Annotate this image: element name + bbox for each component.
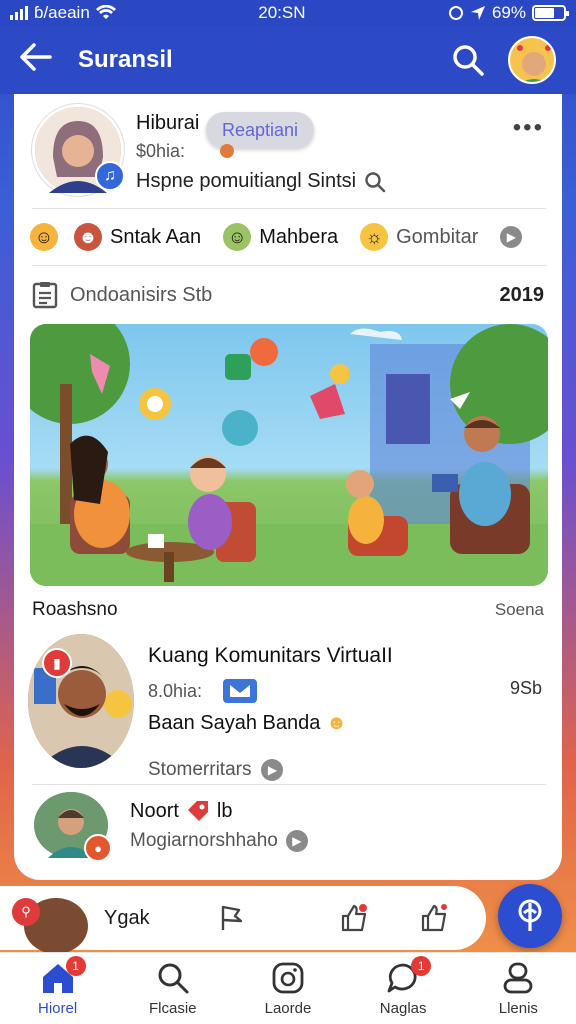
post-author: Hiburai [136, 112, 200, 134]
page-title: Suransil [78, 46, 173, 73]
nav-search[interactable]: Flcasie [123, 960, 223, 1017]
feature-avatar[interactable]: ▮ [28, 634, 134, 768]
bottom-navigation: 1 Hiorel Flcasie Laorde 1 Naglas Llenis [0, 952, 576, 1024]
emoji-icon: ☻ [325, 712, 347, 734]
person-icon[interactable]: ☺ [223, 223, 252, 251]
tooltip-pin-icon [220, 144, 234, 158]
nav-camera[interactable]: Laorde [238, 960, 338, 1017]
mask-icon[interactable]: ☺ [30, 223, 58, 251]
community-illustration [30, 324, 548, 586]
alarm-icon [448, 6, 463, 20]
nav-messages[interactable]: 1 Naglas [353, 956, 453, 1017]
composer-name: Ygak [104, 906, 150, 929]
arrow-left-icon [20, 43, 52, 71]
document-label: Ondoanisirs Stb [70, 283, 213, 306]
reaction-label-1[interactable]: Sntak Aan [110, 226, 201, 249]
nav-home[interactable]: 1 Hiorel [8, 956, 108, 1017]
nav-home-label: Hiorel [38, 1000, 78, 1017]
profile-icon [498, 960, 538, 996]
app-bar: Suransil [0, 26, 576, 94]
post-avatar[interactable]: ♫ [32, 104, 125, 196]
signal-icon [10, 6, 28, 20]
react-button[interactable] [416, 900, 452, 936]
reaction-bar: ☺ ☻ Sntak Aan ☺ Mahbera ☼ Gombitar ▶ [14, 209, 562, 265]
document-row[interactable]: Ondoanisirs Stb 2019 [14, 266, 562, 324]
post-time: $0hia: [136, 141, 186, 161]
status-bar: ɓ/aeain 20:SN 69% [0, 0, 576, 26]
location-pin-icon: ⚲ [12, 898, 40, 926]
notification-subtitle: Mogiarnorshhaho [130, 830, 278, 851]
document-icon [32, 282, 58, 309]
notification-avatar[interactable]: ● [34, 792, 112, 862]
post-header: ♫ Hiburai $0hia: Hspne pomuitiangl Sints… [14, 94, 562, 208]
location-icon [470, 6, 485, 20]
pin-icon [518, 899, 542, 931]
back-button[interactable] [20, 43, 60, 77]
nav-search-label: Flcasie [149, 1000, 197, 1017]
camera-icon [268, 960, 308, 996]
search-icon [153, 960, 193, 996]
message-icon[interactable] [222, 678, 258, 704]
nav-messages-label: Naglas [379, 1000, 427, 1017]
nav-profile-label: Llenis [498, 1000, 538, 1017]
home-badge: 1 [65, 956, 86, 976]
nav-profile[interactable]: Llenis [468, 960, 568, 1017]
search-small-icon[interactable] [364, 171, 386, 193]
sun-icon[interactable]: ☼ [360, 223, 389, 251]
section-meta[interactable]: Soena [495, 600, 544, 620]
composer-avatar[interactable]: ⚲ [12, 898, 88, 954]
more-options-button[interactable]: ••• [513, 114, 544, 142]
chevron-right-icon[interactable]: ▶ [285, 830, 308, 852]
thumbs-up-icon [341, 904, 367, 932]
music-badge-icon: ♫ [95, 161, 125, 191]
post-image[interactable] [30, 324, 548, 586]
post-subtitle: Hspne pomuitiangl Sintsi [136, 170, 357, 192]
section-title: Roashsno [32, 599, 118, 620]
search-button[interactable] [448, 40, 488, 80]
chevron-right-icon[interactable]: ▶ [500, 226, 523, 248]
notification-title: Noort [130, 799, 179, 822]
camera-badge-icon: ● [84, 834, 112, 862]
main-card: ♫ Hiburai $0hia: Hspne pomuitiangl Sints… [14, 94, 562, 880]
notification-item[interactable]: ● Noort lb Mogiarnorshhaho ▶ [14, 785, 562, 865]
battery-icon [532, 5, 569, 21]
thumbs-up-outline-icon [421, 904, 447, 932]
tag-icon [187, 801, 208, 821]
document-date: 2019 [499, 283, 545, 306]
composer-bar: ⚲ Ygak [0, 886, 486, 954]
pin-badge-icon: ▮ [42, 648, 72, 678]
nav-camera-label: Laorde [264, 1000, 312, 1017]
wifi-icon [95, 5, 116, 19]
feature-title: Kuang Komunitars VirtuaII [148, 644, 393, 667]
battery-percent: 69% [491, 3, 526, 22]
feature-time: 8.0hia: [148, 680, 203, 701]
search-icon [453, 45, 484, 76]
face-icon[interactable]: ☻ [74, 223, 102, 251]
reaction-tooltip[interactable]: Reaptiani [206, 112, 314, 148]
feature-post[interactable]: ▮ Kuang Komunitars VirtuaII 8.0hia: Baan… [14, 634, 562, 784]
section-header: Roashsno Soena [14, 586, 562, 634]
profile-avatar[interactable] [508, 36, 556, 84]
feature-subtitle: Baan Sayah Banda ☻ [148, 712, 347, 734]
reaction-label-3[interactable]: Gombitar [396, 226, 478, 249]
chevron-right-icon[interactable]: ▶ [261, 759, 284, 781]
flag-button[interactable] [214, 900, 250, 936]
clock: 20:SN [258, 3, 306, 22]
compose-fab[interactable] [498, 884, 562, 948]
reaction-label-2[interactable]: Mahbera [259, 226, 338, 249]
comments-label[interactable]: Stomerritars [148, 759, 251, 781]
like-button[interactable] [336, 900, 372, 936]
avatar-face-icon [517, 45, 551, 82]
feature-count: 9Sb [509, 678, 542, 698]
flag-icon [221, 905, 243, 930]
carrier-label: ɓ/aeain [34, 3, 90, 22]
messages-badge: 1 [411, 956, 432, 976]
notification-tag: lb [216, 799, 233, 822]
